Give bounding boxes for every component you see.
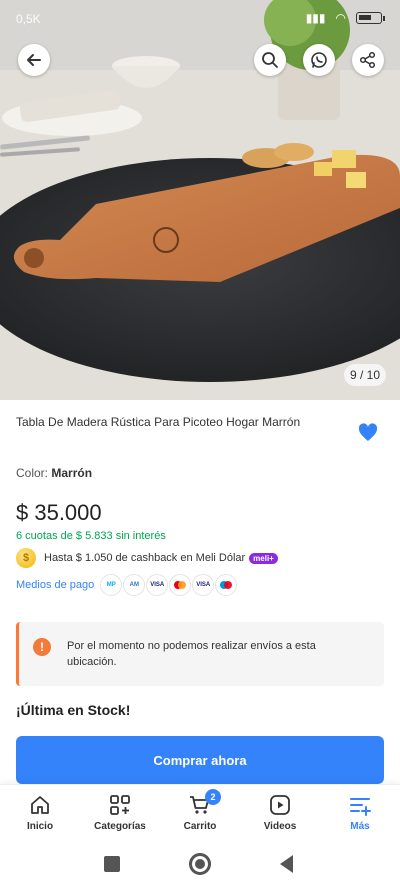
mastercard-icon xyxy=(169,574,192,596)
menu-plus-icon xyxy=(350,798,371,816)
system-navigation-bar xyxy=(0,840,400,889)
product-title: Tabla De Madera Rústica Para Picoteo Hog… xyxy=(16,415,301,429)
tab-carrito[interactable]: 2 Carrito xyxy=(165,789,235,832)
signal-icon: ▮▮▮ xyxy=(305,11,326,25)
payment-methods[interactable]: Medios de pago MP AM VISA VISA xyxy=(16,573,238,597)
bottom-tab-bar: Inicio Categorías 2 Carrito Videos Más xyxy=(0,784,400,840)
shipping-notice: ! Por el momento no podemos realizar env… xyxy=(16,622,384,686)
mercadopago-icon: MP xyxy=(100,574,123,596)
search-button[interactable] xyxy=(254,44,286,76)
shipping-notice-text: Por el momento no podemos realizar envío… xyxy=(67,640,316,668)
whatsapp-icon xyxy=(311,52,327,68)
status-bar: 0,5K ▮▮▮ ◠ xyxy=(0,0,400,40)
favorite-button[interactable] xyxy=(356,421,380,445)
image-counter: 9 / 10 xyxy=(344,364,386,386)
buy-now-button[interactable]: Comprar ahora xyxy=(16,736,384,784)
play-icon xyxy=(270,795,290,815)
coin-icon: $ xyxy=(16,548,36,568)
product-image-gallery[interactable]: 0,5K ▮▮▮ ◠ 9 / 10 xyxy=(0,0,400,400)
whatsapp-share-button[interactable] xyxy=(303,44,335,76)
share-icon xyxy=(359,51,376,69)
recents-button[interactable] xyxy=(104,856,120,872)
meli-plus-badge: meli+ xyxy=(249,552,278,564)
tab-categorias[interactable]: Categorías xyxy=(85,793,155,832)
visa-debit-icon: VISA xyxy=(192,574,215,596)
tab-mas[interactable]: Más xyxy=(325,793,395,832)
color-label: Color: xyxy=(16,466,49,480)
tab-label: Carrito xyxy=(183,821,217,832)
amex-icon: AM xyxy=(123,574,146,596)
home-system-button[interactable] xyxy=(189,853,211,875)
tab-label: Videos xyxy=(263,821,297,832)
status-text: 0,5K xyxy=(16,12,41,26)
cashback-text: Hasta $ 1.050 de cashback en Meli Dólar xyxy=(44,552,246,564)
installments-text: 6 cuotas de $ 5.833 sin interés xyxy=(16,530,166,542)
search-icon xyxy=(262,52,278,68)
grid-plus-icon xyxy=(110,795,130,815)
color-value: Marrón xyxy=(51,466,93,480)
tab-label: Categorías xyxy=(94,821,146,832)
back-button[interactable] xyxy=(18,44,50,76)
visa-icon: VISA xyxy=(146,574,169,596)
wifi-icon: ◠ xyxy=(335,11,346,25)
tab-label: Inicio xyxy=(26,821,54,832)
share-button[interactable] xyxy=(352,44,384,76)
cashback-row: $ Hasta $ 1.050 de cashback en Meli Dóla… xyxy=(16,548,278,568)
back-system-button[interactable] xyxy=(280,855,293,873)
payment-methods-link[interactable]: Medios de pago xyxy=(16,579,94,591)
cart-count-badge: 2 xyxy=(205,789,221,805)
price: $ 35.000 xyxy=(16,500,102,525)
alert-icon: ! xyxy=(33,638,51,656)
stock-status: ¡Última en Stock! xyxy=(16,702,131,718)
tab-label: Más xyxy=(350,821,370,832)
maestro-icon xyxy=(215,574,238,596)
arrow-left-icon xyxy=(27,54,41,66)
battery-icon xyxy=(356,12,385,24)
home-icon xyxy=(31,796,49,814)
product-photo xyxy=(0,0,400,400)
tab-videos[interactable]: Videos xyxy=(245,793,315,832)
heart-icon xyxy=(358,423,378,441)
tab-inicio[interactable]: Inicio xyxy=(5,793,75,832)
color-selector: Color: Marrón xyxy=(16,466,92,480)
